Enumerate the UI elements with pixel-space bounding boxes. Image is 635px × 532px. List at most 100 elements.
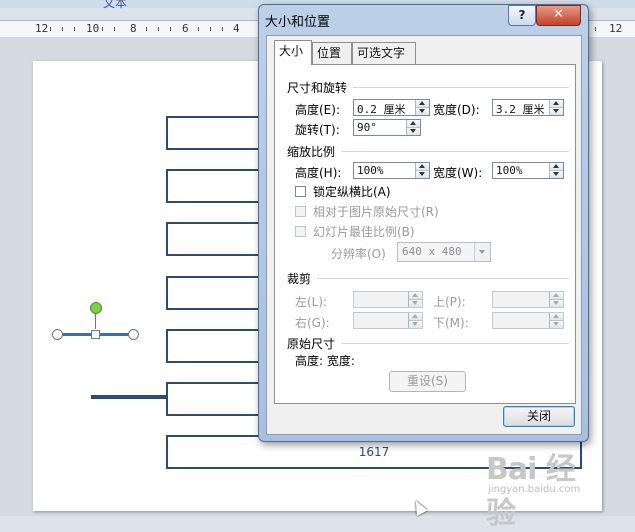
spin-down-button[interactable] bbox=[407, 128, 420, 135]
relative-original-checkbox[interactable] bbox=[295, 206, 306, 217]
crop-top-label: 上(P): bbox=[433, 295, 466, 309]
ruler-tick bbox=[595, 27, 596, 31]
ruler-tick bbox=[146, 27, 147, 31]
arrow-up-icon bbox=[419, 101, 425, 105]
arrow-up-icon bbox=[553, 314, 559, 318]
spin-up-button[interactable] bbox=[550, 313, 563, 321]
ruler-tick bbox=[62, 27, 63, 31]
spin-up-button[interactable] bbox=[550, 292, 563, 300]
rotate-value: 90° bbox=[357, 121, 377, 134]
crop-right-spinner[interactable] bbox=[353, 312, 423, 329]
tab-size[interactable]: 大小 bbox=[274, 40, 312, 65]
height-value: 0.2 厘米 bbox=[357, 103, 406, 116]
ruler-tick bbox=[158, 27, 159, 31]
ruler-tick bbox=[114, 27, 115, 31]
arrow-down-icon bbox=[419, 109, 425, 113]
rotation-handle[interactable] bbox=[90, 302, 102, 314]
watermark: Bai 经验 jingyan.baidu.com bbox=[486, 444, 602, 531]
spin-up-button[interactable] bbox=[550, 100, 563, 108]
ruler-label: 8 bbox=[130, 22, 137, 35]
resolution-select[interactable]: 640 x 480 bbox=[397, 242, 491, 262]
crop-left-spinner[interactable] bbox=[353, 291, 423, 308]
crop-bottom-label: 下(M): bbox=[433, 316, 469, 330]
section-scale-heading: 缩放比例 bbox=[287, 145, 336, 159]
ruler-tick bbox=[210, 27, 211, 31]
scale-height-spinner[interactable]: 100% bbox=[353, 162, 430, 179]
size-position-dialog: 大小和位置 ? ✕ 大小 位置 可选文字 尺寸和旋转 高度(E): 0.2 厘米… bbox=[258, 4, 589, 442]
ruler-label: 6 bbox=[182, 22, 189, 35]
arrow-down-icon bbox=[553, 172, 559, 176]
connector-line[interactable] bbox=[91, 395, 166, 399]
ruler-tick bbox=[102, 27, 103, 31]
arrow-up-icon bbox=[410, 121, 416, 125]
tab-panel-size: 尺寸和旋转 高度(E): 0.2 厘米 宽度(D): 3.2 厘米 旋转(T):… bbox=[274, 64, 576, 404]
width-value: 3.2 厘米 bbox=[496, 103, 545, 116]
spin-down-button[interactable] bbox=[409, 300, 422, 307]
lock-aspect-checkbox[interactable] bbox=[295, 186, 306, 197]
tab-alt-text[interactable]: 可选文字 bbox=[352, 42, 416, 64]
lock-aspect-label[interactable]: 锁定纵横比(A) bbox=[313, 183, 391, 200]
ribbon-tab-text[interactable]: 文本 bbox=[103, 0, 127, 11]
spin-up-button[interactable] bbox=[409, 292, 422, 300]
resize-handle-center[interactable] bbox=[91, 330, 100, 339]
spin-down-button[interactable] bbox=[550, 171, 563, 178]
divider bbox=[317, 278, 569, 279]
help-button[interactable]: ? bbox=[508, 5, 536, 26]
section-crop-heading: 裁剪 bbox=[287, 272, 312, 286]
scale-height-value: 100% bbox=[357, 164, 384, 177]
slideshow-best-scale-label: 幻灯片最佳比例(B) bbox=[313, 225, 415, 239]
spin-down-button[interactable] bbox=[409, 321, 422, 328]
arrow-down-icon bbox=[412, 322, 418, 326]
chevron-down-icon bbox=[479, 250, 485, 254]
resize-handle-right[interactable] bbox=[128, 329, 139, 340]
ruler-tick bbox=[74, 27, 75, 31]
divider bbox=[341, 343, 569, 344]
crop-left-label: 左(L): bbox=[295, 295, 328, 309]
scale-width-value: 100% bbox=[496, 164, 523, 177]
spin-up-button[interactable] bbox=[407, 120, 420, 128]
dropdown-button[interactable] bbox=[474, 243, 490, 261]
ruler-tick bbox=[170, 27, 171, 31]
arrow-down-icon bbox=[419, 172, 425, 176]
spin-down-button[interactable] bbox=[416, 171, 429, 178]
scale-width-label: 宽度(W): bbox=[433, 166, 483, 180]
crop-bottom-spinner[interactable] bbox=[492, 312, 564, 329]
scale-width-spinner[interactable]: 100% bbox=[492, 162, 564, 179]
spin-down-button[interactable] bbox=[416, 108, 429, 115]
resolution-label: 分辨率(O) bbox=[331, 247, 386, 261]
crop-right-label: 右(G): bbox=[295, 316, 330, 330]
ruler-label: 4 bbox=[233, 22, 240, 35]
ruler-tick bbox=[50, 27, 51, 31]
slideshow-best-scale-checkbox[interactable] bbox=[295, 226, 306, 237]
spin-up-button[interactable] bbox=[409, 313, 422, 321]
spin-up-button[interactable] bbox=[416, 100, 429, 108]
spin-up-button[interactable] bbox=[550, 163, 563, 171]
watermark-url: jingyan.baidu.com bbox=[488, 484, 581, 495]
tab-position[interactable]: 位置 bbox=[312, 42, 352, 64]
height-spinner[interactable]: 0.2 厘米 bbox=[353, 99, 430, 116]
spin-down-button[interactable] bbox=[550, 321, 563, 328]
section-size-rotate-heading: 尺寸和旋转 bbox=[287, 81, 348, 95]
dialog-body: 大小 位置 可选文字 尺寸和旋转 高度(E): 0.2 厘米 宽度(D): 3.… bbox=[266, 35, 582, 435]
ruler-tick bbox=[198, 27, 199, 31]
spin-down-button[interactable] bbox=[550, 300, 563, 307]
close-button[interactable]: 关闭 bbox=[503, 406, 575, 427]
spin-up-button[interactable] bbox=[416, 163, 429, 171]
arrow-down-icon bbox=[412, 301, 418, 305]
arrow-up-icon bbox=[553, 293, 559, 297]
reset-button[interactable]: 重设(S) bbox=[389, 371, 466, 392]
width-spinner[interactable]: 3.2 厘米 bbox=[492, 99, 564, 116]
crop-top-spinner[interactable] bbox=[492, 291, 564, 308]
arrow-up-icon bbox=[553, 164, 559, 168]
section-original-heading: 原始尺寸 bbox=[287, 337, 336, 351]
arrow-up-icon bbox=[419, 164, 425, 168]
divider bbox=[353, 87, 569, 88]
width-label: 宽度(D): bbox=[433, 103, 480, 117]
rotate-label: 旋转(T): bbox=[295, 123, 340, 137]
spin-down-button[interactable] bbox=[550, 108, 563, 115]
rotate-spinner[interactable]: 90° bbox=[353, 119, 421, 136]
arrow-down-icon bbox=[410, 129, 416, 133]
dialog-title: 大小和位置 bbox=[265, 15, 331, 30]
resize-handle-left[interactable] bbox=[52, 329, 63, 340]
window-close-button[interactable]: ✕ bbox=[536, 5, 581, 26]
